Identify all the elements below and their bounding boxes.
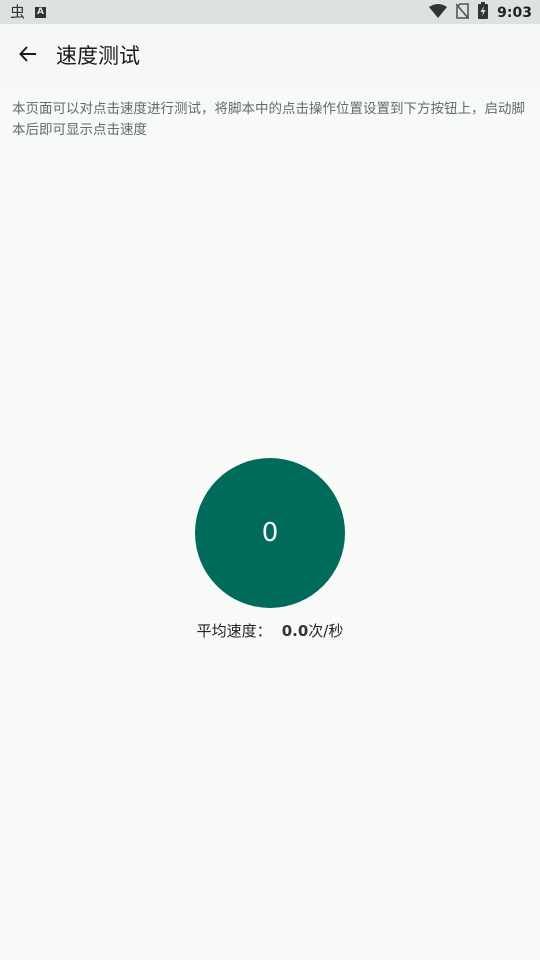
status-bar: 虫 A 9:03	[0, 0, 540, 24]
description-text: 本页面可以对点击速度进行测试，将脚本中的点击操作位置设置到下方按钮上，启动脚本后…	[12, 101, 525, 138]
page-title: 速度测试	[56, 44, 140, 68]
tap-test-button[interactable]: 0	[195, 458, 345, 608]
arrow-back-icon	[18, 44, 38, 68]
status-bar-left: 虫 A	[10, 3, 47, 21]
no-sim-icon	[455, 2, 470, 23]
wifi-icon	[429, 3, 448, 22]
app-notification-icon: 虫	[10, 3, 26, 21]
battery-charging-icon	[478, 2, 489, 23]
average-speed-value: 0.0	[281, 622, 309, 640]
app-bar: 速度测试	[0, 24, 540, 88]
average-speed: 平均速度： 0.0次/秒	[0, 620, 540, 642]
tap-count: 0	[261, 518, 279, 548]
a-box-icon: A	[35, 6, 47, 18]
average-speed-label: 平均速度：	[196, 622, 272, 640]
clock: 9:03	[497, 4, 532, 21]
back-button[interactable]	[12, 40, 44, 72]
average-speed-unit: 次/秒	[308, 622, 344, 640]
status-bar-right: 9:03	[429, 2, 532, 23]
